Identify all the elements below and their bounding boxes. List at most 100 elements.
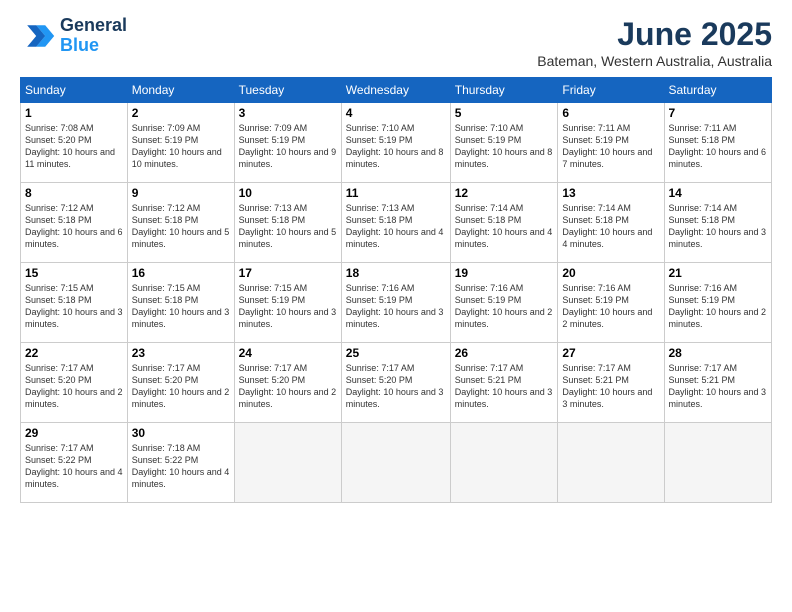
day-cell-1: 1 Sunrise: 7:08 AM Sunset: 5:20 PM Dayli… — [21, 103, 128, 183]
calendar-week-5: 29 Sunrise: 7:17 AM Sunset: 5:22 PM Dayl… — [21, 423, 772, 503]
day-number: 10 — [239, 186, 337, 200]
title-area: June 2025 Bateman, Western Australia, Au… — [537, 16, 772, 69]
day-number: 26 — [455, 346, 554, 360]
weekday-header-row: Sunday Monday Tuesday Wednesday Thursday… — [21, 78, 772, 103]
day-number: 9 — [132, 186, 230, 200]
day-number: 11 — [346, 186, 446, 200]
day-info: Sunrise: 7:09 AM Sunset: 5:19 PM Dayligh… — [239, 122, 337, 171]
logo-line2: Blue — [60, 35, 99, 55]
day-number: 1 — [25, 106, 123, 120]
header-saturday: Saturday — [664, 78, 772, 103]
day-number: 8 — [25, 186, 123, 200]
day-cell-22: 22 Sunrise: 7:17 AM Sunset: 5:20 PM Dayl… — [21, 343, 128, 423]
day-number: 14 — [669, 186, 768, 200]
day-number: 24 — [239, 346, 337, 360]
day-number: 28 — [669, 346, 768, 360]
day-number: 30 — [132, 426, 230, 440]
logo-icon — [20, 18, 56, 54]
day-cell-14: 14 Sunrise: 7:14 AM Sunset: 5:18 PM Dayl… — [664, 183, 772, 263]
day-cell-10: 10 Sunrise: 7:13 AM Sunset: 5:18 PM Dayl… — [234, 183, 341, 263]
day-cell-27: 27 Sunrise: 7:17 AM Sunset: 5:21 PM Dayl… — [558, 343, 664, 423]
day-number: 5 — [455, 106, 554, 120]
empty-cell — [234, 423, 341, 503]
month-title: June 2025 — [537, 16, 772, 53]
day-info: Sunrise: 7:17 AM Sunset: 5:21 PM Dayligh… — [455, 362, 554, 411]
empty-cell — [341, 423, 450, 503]
header: General Blue June 2025 Bateman, Western … — [20, 16, 772, 69]
day-info: Sunrise: 7:16 AM Sunset: 5:19 PM Dayligh… — [455, 282, 554, 331]
day-number: 29 — [25, 426, 123, 440]
day-info: Sunrise: 7:18 AM Sunset: 5:22 PM Dayligh… — [132, 442, 230, 491]
day-cell-19: 19 Sunrise: 7:16 AM Sunset: 5:19 PM Dayl… — [450, 263, 558, 343]
day-info: Sunrise: 7:16 AM Sunset: 5:19 PM Dayligh… — [562, 282, 659, 331]
day-info: Sunrise: 7:17 AM Sunset: 5:22 PM Dayligh… — [25, 442, 123, 491]
day-cell-15: 15 Sunrise: 7:15 AM Sunset: 5:18 PM Dayl… — [21, 263, 128, 343]
day-info: Sunrise: 7:17 AM Sunset: 5:20 PM Dayligh… — [132, 362, 230, 411]
day-number: 2 — [132, 106, 230, 120]
day-cell-26: 26 Sunrise: 7:17 AM Sunset: 5:21 PM Dayl… — [450, 343, 558, 423]
day-cell-12: 12 Sunrise: 7:14 AM Sunset: 5:18 PM Dayl… — [450, 183, 558, 263]
day-number: 6 — [562, 106, 659, 120]
day-info: Sunrise: 7:11 AM Sunset: 5:19 PM Dayligh… — [562, 122, 659, 171]
day-info: Sunrise: 7:17 AM Sunset: 5:20 PM Dayligh… — [25, 362, 123, 411]
day-cell-8: 8 Sunrise: 7:12 AM Sunset: 5:18 PM Dayli… — [21, 183, 128, 263]
header-tuesday: Tuesday — [234, 78, 341, 103]
day-number: 13 — [562, 186, 659, 200]
day-info: Sunrise: 7:14 AM Sunset: 5:18 PM Dayligh… — [455, 202, 554, 251]
day-number: 12 — [455, 186, 554, 200]
day-info: Sunrise: 7:10 AM Sunset: 5:19 PM Dayligh… — [346, 122, 446, 171]
logo-line1: General — [60, 16, 127, 36]
empty-cell — [664, 423, 772, 503]
day-info: Sunrise: 7:17 AM Sunset: 5:20 PM Dayligh… — [239, 362, 337, 411]
day-info: Sunrise: 7:08 AM Sunset: 5:20 PM Dayligh… — [25, 122, 123, 171]
day-cell-11: 11 Sunrise: 7:13 AM Sunset: 5:18 PM Dayl… — [341, 183, 450, 263]
day-info: Sunrise: 7:11 AM Sunset: 5:18 PM Dayligh… — [669, 122, 768, 171]
header-monday: Monday — [127, 78, 234, 103]
day-cell-24: 24 Sunrise: 7:17 AM Sunset: 5:20 PM Dayl… — [234, 343, 341, 423]
day-info: Sunrise: 7:12 AM Sunset: 5:18 PM Dayligh… — [25, 202, 123, 251]
calendar-week-1: 1 Sunrise: 7:08 AM Sunset: 5:20 PM Dayli… — [21, 103, 772, 183]
day-number: 7 — [669, 106, 768, 120]
day-cell-3: 3 Sunrise: 7:09 AM Sunset: 5:19 PM Dayli… — [234, 103, 341, 183]
page: General Blue June 2025 Bateman, Western … — [0, 0, 792, 612]
day-cell-4: 4 Sunrise: 7:10 AM Sunset: 5:19 PM Dayli… — [341, 103, 450, 183]
day-info: Sunrise: 7:16 AM Sunset: 5:19 PM Dayligh… — [346, 282, 446, 331]
day-cell-23: 23 Sunrise: 7:17 AM Sunset: 5:20 PM Dayl… — [127, 343, 234, 423]
day-cell-2: 2 Sunrise: 7:09 AM Sunset: 5:19 PM Dayli… — [127, 103, 234, 183]
day-info: Sunrise: 7:15 AM Sunset: 5:18 PM Dayligh… — [132, 282, 230, 331]
calendar: Sunday Monday Tuesday Wednesday Thursday… — [20, 77, 772, 503]
day-cell-7: 7 Sunrise: 7:11 AM Sunset: 5:18 PM Dayli… — [664, 103, 772, 183]
day-cell-5: 5 Sunrise: 7:10 AM Sunset: 5:19 PM Dayli… — [450, 103, 558, 183]
day-cell-18: 18 Sunrise: 7:16 AM Sunset: 5:19 PM Dayl… — [341, 263, 450, 343]
calendar-week-2: 8 Sunrise: 7:12 AM Sunset: 5:18 PM Dayli… — [21, 183, 772, 263]
day-number: 16 — [132, 266, 230, 280]
day-info: Sunrise: 7:12 AM Sunset: 5:18 PM Dayligh… — [132, 202, 230, 251]
day-info: Sunrise: 7:09 AM Sunset: 5:19 PM Dayligh… — [132, 122, 230, 171]
day-info: Sunrise: 7:17 AM Sunset: 5:20 PM Dayligh… — [346, 362, 446, 411]
day-number: 3 — [239, 106, 337, 120]
day-number: 21 — [669, 266, 768, 280]
empty-cell — [558, 423, 664, 503]
day-cell-17: 17 Sunrise: 7:15 AM Sunset: 5:19 PM Dayl… — [234, 263, 341, 343]
logo: General Blue — [20, 16, 127, 56]
day-number: 25 — [346, 346, 446, 360]
header-thursday: Thursday — [450, 78, 558, 103]
day-cell-29: 29 Sunrise: 7:17 AM Sunset: 5:22 PM Dayl… — [21, 423, 128, 503]
day-number: 22 — [25, 346, 123, 360]
day-info: Sunrise: 7:17 AM Sunset: 5:21 PM Dayligh… — [562, 362, 659, 411]
day-info: Sunrise: 7:14 AM Sunset: 5:18 PM Dayligh… — [669, 202, 768, 251]
day-cell-20: 20 Sunrise: 7:16 AM Sunset: 5:19 PM Dayl… — [558, 263, 664, 343]
day-info: Sunrise: 7:15 AM Sunset: 5:18 PM Dayligh… — [25, 282, 123, 331]
day-cell-21: 21 Sunrise: 7:16 AM Sunset: 5:19 PM Dayl… — [664, 263, 772, 343]
day-info: Sunrise: 7:14 AM Sunset: 5:18 PM Dayligh… — [562, 202, 659, 251]
location: Bateman, Western Australia, Australia — [537, 53, 772, 69]
day-cell-28: 28 Sunrise: 7:17 AM Sunset: 5:21 PM Dayl… — [664, 343, 772, 423]
header-wednesday: Wednesday — [341, 78, 450, 103]
calendar-week-4: 22 Sunrise: 7:17 AM Sunset: 5:20 PM Dayl… — [21, 343, 772, 423]
day-cell-13: 13 Sunrise: 7:14 AM Sunset: 5:18 PM Dayl… — [558, 183, 664, 263]
day-info: Sunrise: 7:17 AM Sunset: 5:21 PM Dayligh… — [669, 362, 768, 411]
day-number: 4 — [346, 106, 446, 120]
day-info: Sunrise: 7:15 AM Sunset: 5:19 PM Dayligh… — [239, 282, 337, 331]
day-info: Sunrise: 7:10 AM Sunset: 5:19 PM Dayligh… — [455, 122, 554, 171]
header-sunday: Sunday — [21, 78, 128, 103]
